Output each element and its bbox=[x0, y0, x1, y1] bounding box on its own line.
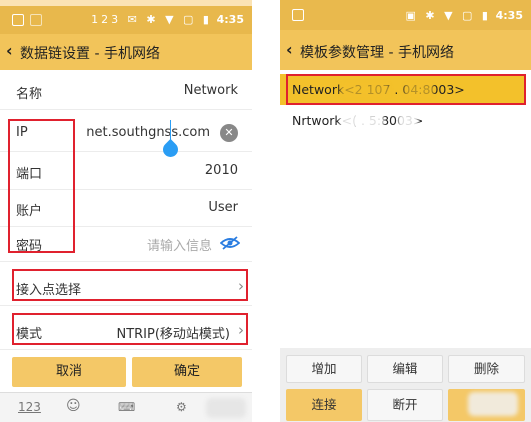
right-screen: ▣ ✱ ▼ ▢ ▮ 4:35 ‹ 模板参数管理 - 手机网络 Network<2… bbox=[280, 0, 531, 422]
edit-button[interactable]: 编辑 bbox=[367, 355, 443, 383]
blurred-area bbox=[340, 83, 390, 97]
title-bar: ‹ 数据链设置 - 手机网络 bbox=[0, 34, 252, 70]
status-time: 4:35 bbox=[216, 13, 244, 26]
disconnect-button[interactable]: 断开 bbox=[367, 389, 443, 421]
access-point-label: 接入点选择 bbox=[16, 283, 82, 298]
emoji-icon[interactable]: ☺ bbox=[66, 398, 81, 414]
password-input[interactable]: 请输入信息 bbox=[147, 235, 212, 254]
account-row[interactable]: 账户 User bbox=[0, 189, 252, 227]
access-point-row[interactable]: 接入点选择 › bbox=[0, 268, 252, 306]
notification-icon bbox=[292, 9, 304, 21]
mode-value: NTRIP(移动站模式) bbox=[116, 327, 230, 342]
status-icons: 123 ✉ ✱ ▼ ▢ ▮ bbox=[91, 13, 212, 26]
blurred-area bbox=[398, 114, 418, 128]
chevron-right-icon: › bbox=[238, 321, 244, 339]
mode-label: 模式 bbox=[16, 327, 43, 342]
status-bar: ▣ ✱ ▼ ▢ ▮ 4:35 bbox=[280, 0, 531, 30]
name-row[interactable]: 名称 Network bbox=[0, 72, 252, 110]
blurred-area bbox=[340, 114, 384, 128]
list-item[interactable]: Network<2 107 . 04:8003> bbox=[280, 74, 526, 105]
name-label: 名称 bbox=[16, 87, 43, 102]
password-label: 密码 bbox=[16, 239, 43, 254]
page-title: 数据链设置 - 手机网络 bbox=[20, 46, 160, 62]
account-label: 账户 bbox=[16, 204, 43, 219]
blurred-area bbox=[468, 392, 518, 416]
status-icons: ▣ ✱ ▼ ▢ ▮ bbox=[405, 9, 491, 22]
eye-hidden-icon[interactable] bbox=[220, 236, 240, 250]
status-bar: 123 ✉ ✱ ▼ ▢ ▮ 4:35 bbox=[0, 6, 252, 34]
port-input[interactable]: 2010 bbox=[205, 163, 238, 178]
status-time: 4:35 bbox=[495, 9, 523, 22]
chevron-right-icon: › bbox=[238, 277, 244, 295]
port-label: 端口 bbox=[16, 167, 43, 182]
keyboard-icon[interactable]: ⌨ bbox=[118, 400, 135, 414]
name-value: Network bbox=[183, 83, 238, 98]
keyboard-toolbar: 123 ☺ ⌨ ⚙ bbox=[0, 392, 252, 422]
connect-button[interactable]: 连接 bbox=[286, 389, 362, 421]
settings-icon[interactable]: ⚙ bbox=[176, 400, 187, 414]
add-button[interactable]: 增加 bbox=[286, 355, 362, 383]
clear-icon[interactable]: ✕ bbox=[220, 124, 238, 142]
confirm-button[interactable]: 确定 bbox=[132, 357, 242, 387]
password-row[interactable]: 密码 请输入信息 bbox=[0, 224, 252, 262]
mode-row[interactable]: 模式 NTRIP(移动站模式) › bbox=[0, 312, 252, 350]
account-input[interactable]: User bbox=[208, 200, 238, 215]
left-screen: 123 ✉ ✱ ▼ ▢ ▮ 4:35 ‹ 数据链设置 - 手机网络 名称 Net… bbox=[0, 0, 252, 422]
page-title: 模板参数管理 - 手机网络 bbox=[300, 45, 454, 61]
delete-button[interactable]: 删除 bbox=[448, 355, 525, 383]
numeric-keyboard-key[interactable]: 123 bbox=[18, 400, 41, 414]
ip-input[interactable]: net.southgnss.com bbox=[86, 125, 210, 140]
cancel-button[interactable]: 取消 bbox=[12, 357, 126, 387]
ip-row[interactable]: IP net.southgnss.com ✕ bbox=[0, 114, 252, 161]
notification-icon-2 bbox=[30, 14, 42, 26]
blurred-area bbox=[404, 83, 434, 97]
notification-icon bbox=[12, 14, 24, 26]
ip-label: IP bbox=[16, 125, 28, 140]
back-icon[interactable]: ‹ bbox=[6, 42, 13, 60]
port-row[interactable]: 端口 2010 bbox=[0, 152, 252, 190]
list-item[interactable]: Nrtwork<( . 5:8003> bbox=[280, 105, 531, 136]
title-bar: ‹ 模板参数管理 - 手机网络 bbox=[280, 30, 531, 70]
back-icon[interactable]: ‹ bbox=[286, 41, 293, 59]
blurred-area bbox=[206, 398, 246, 418]
